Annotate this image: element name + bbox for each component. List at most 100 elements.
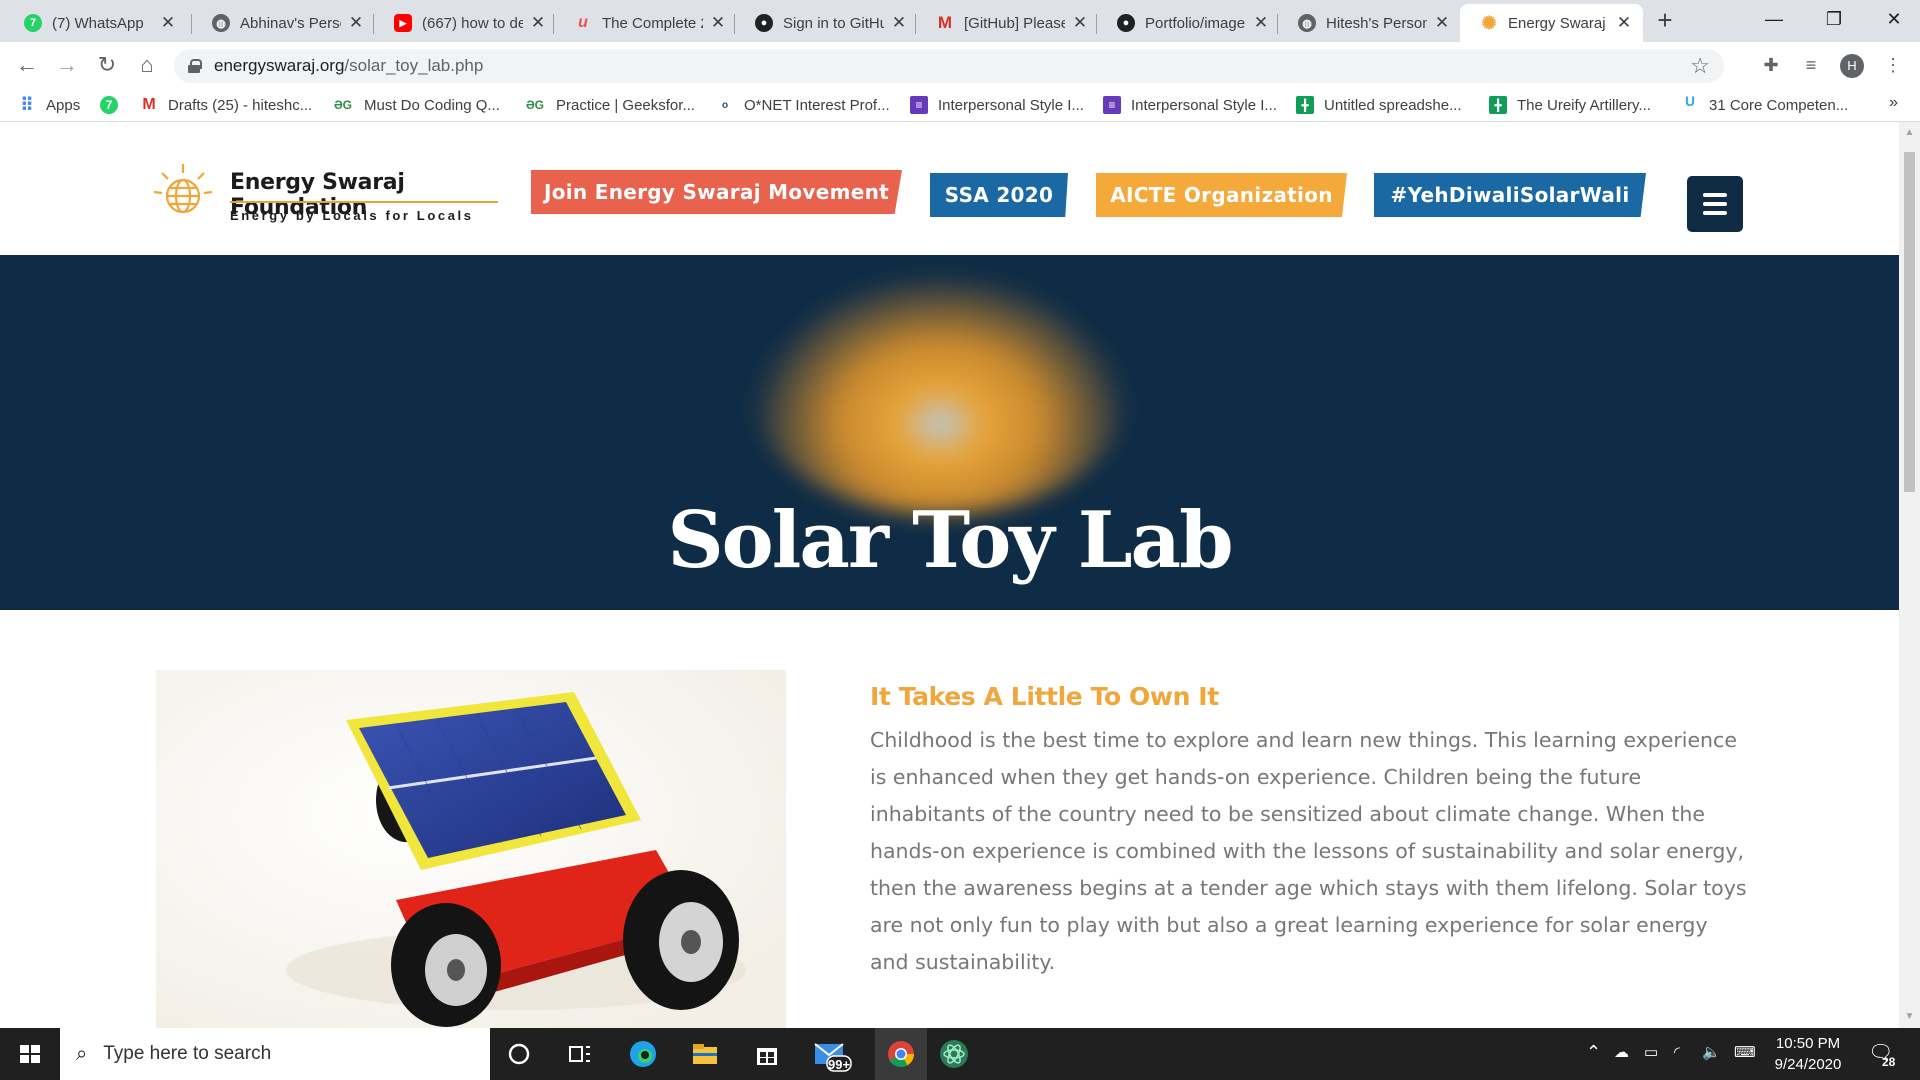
ssa-2020-button[interactable]: SSA 2020 (930, 173, 1068, 217)
whatsapp-icon: 7 (24, 14, 42, 32)
browser-tab[interactable]: ◍ Abhinav's Persona ✕ (192, 4, 375, 42)
bookmark-label: The Ureify Artillery... (1517, 96, 1651, 114)
close-icon[interactable]: ✕ (1071, 13, 1089, 33)
close-icon[interactable]: ✕ (1433, 13, 1451, 33)
extensions-icon[interactable]: ✚ (1756, 50, 1786, 80)
yeh-diwali-solar-wali-button[interactable]: #YehDiwaliSolarWali (1374, 173, 1646, 217)
bookmark-apps[interactable]: ⠿ Apps (18, 94, 80, 116)
bookmark-star-icon[interactable]: ☆ (1690, 53, 1710, 79)
browser-tab-strip: 7 (7) WhatsApp ✕ ◍ Abhinav's Persona ✕ ▶… (0, 0, 1920, 42)
home-icon[interactable]: ⌂ (132, 50, 162, 80)
page-scrollbar[interactable]: ▲ ▼ (1899, 122, 1920, 1028)
menu-kebab-icon[interactable]: ⋮ (1878, 50, 1908, 80)
browser-tab[interactable]: u The Complete 2 ✕ (554, 4, 737, 42)
menu-hamburger-button[interactable] (1687, 176, 1743, 232)
browser-tab[interactable]: 7 (7) WhatsApp ✕ (4, 4, 187, 42)
profile-avatar[interactable]: H (1840, 54, 1864, 78)
geeksforgeeks-icon: ƏG (525, 98, 545, 112)
bookmark-item[interactable]: ≡ Interpersonal Style I... (1103, 94, 1277, 116)
keyboard-icon[interactable]: ⌨ (1734, 1043, 1756, 1061)
glowing-sun-graphic (752, 275, 1128, 515)
bookmark-whatsapp[interactable]: 7 (100, 94, 128, 116)
scroll-up-arrow-icon[interactable]: ▲ (1904, 128, 1915, 138)
close-window-button[interactable]: ✕ (1864, 0, 1920, 40)
bookmark-item[interactable]: ╋ Untitled spreadshe... (1296, 94, 1462, 116)
page-title: Solar Toy Lab (667, 495, 1233, 586)
tab-title: (7) WhatsApp (52, 14, 144, 32)
bookmark-item[interactable]: ƏG Practice | Geeksfor... (524, 94, 695, 116)
volume-icon[interactable]: 🔈 (1702, 1043, 1721, 1061)
globe-icon: ◍ (212, 14, 230, 32)
address-bar[interactable]: energyswaraj.org/solar_toy_lab.php ☆ (174, 49, 1724, 83)
sun-globe-logo-icon (153, 164, 213, 214)
media-queue-icon[interactable]: ≡ (1796, 50, 1826, 80)
bookmarks-bar: ⠿ Apps 7 M Drafts (25) - hiteshc... ƏG M… (0, 88, 1920, 122)
reload-icon[interactable]: ↻ (92, 50, 122, 80)
close-icon[interactable]: ✕ (890, 13, 908, 33)
bookmark-item[interactable]: M Drafts (25) - hiteshc... (140, 94, 312, 116)
onedrive-cloud-icon[interactable]: ☁ (1614, 1043, 1629, 1061)
browser-tab-active[interactable]: ✺ Energy Swaraj ✕ (1460, 4, 1643, 42)
battery-icon[interactable]: ▭ (1644, 1043, 1658, 1061)
bookmark-label: Interpersonal Style I... (1131, 96, 1277, 114)
close-icon[interactable]: ✕ (529, 13, 547, 33)
sheets-icon: ╋ (1489, 96, 1507, 114)
udemy-icon: u (578, 14, 588, 31)
bookmark-label: Interpersonal Style I... (938, 96, 1084, 114)
bookmark-item[interactable]: ᵁ 31 Core Competen... (1681, 94, 1849, 116)
bookmark-item[interactable]: o O*NET Interest Prof... (716, 94, 890, 116)
new-tab-button[interactable]: + (1650, 6, 1680, 36)
taskbar-search-box[interactable]: ⌕ Type here to search (60, 1028, 490, 1080)
search-placeholder: Type here to search (103, 1043, 272, 1064)
tab-title: [GitHub] Please (964, 14, 1065, 32)
close-icon[interactable]: ✕ (159, 13, 177, 33)
minimize-button[interactable]: — (1744, 0, 1804, 40)
scroll-down-arrow-icon[interactable]: ▼ (1904, 1012, 1915, 1022)
wifi-icon[interactable]: ◜ (1674, 1043, 1680, 1061)
edge-browser-icon[interactable] (627, 1038, 659, 1070)
browser-toolbar: ← → ↻ ⌂ energyswaraj.org/solar_toy_lab.p… (0, 42, 1920, 88)
microsoft-store-icon[interactable] (751, 1038, 783, 1070)
bookmark-label: Apps (46, 96, 81, 114)
aicte-organization-button[interactable]: AICTE Organization (1096, 173, 1347, 217)
system-clock[interactable]: 10:50 PM 9/24/2020 (1762, 1033, 1854, 1075)
more-bookmarks-icon[interactable]: » (1889, 94, 1898, 112)
lock-icon (188, 59, 202, 73)
site-logo[interactable]: Energy Swaraj Foundation Energy by Local… (152, 162, 502, 226)
logo-tagline: Energy by Locals for Locals (230, 208, 474, 223)
windows-start-button[interactable] (0, 1028, 60, 1080)
chrome-taskbar-button[interactable] (875, 1028, 927, 1080)
hero-banner: Solar Toy Lab (0, 255, 1899, 610)
restore-button[interactable]: ❐ (1804, 0, 1864, 40)
tab-title: Portfolio/image (1145, 14, 1246, 32)
task-view-icon[interactable] (564, 1038, 596, 1070)
browser-tab[interactable]: M [GitHub] Please ✕ (916, 4, 1099, 42)
close-icon[interactable]: ✕ (1252, 13, 1270, 33)
gmail-icon: M (142, 96, 156, 113)
file-explorer-icon[interactable] (689, 1038, 721, 1070)
solar-toy-car-image (156, 670, 786, 1030)
chevron-up-icon[interactable]: ⌃ (1586, 1042, 1601, 1063)
browser-tab[interactable]: ● Sign in to GitHub ✕ (735, 4, 918, 42)
bookmark-item[interactable]: ╋ The Ureify Artillery... (1489, 94, 1651, 116)
bookmark-item[interactable]: ƏG Must Do Coding Q... (332, 94, 500, 116)
solar-toy-car-photo (156, 670, 786, 1030)
apps-grid-icon: ⠿ (20, 94, 34, 115)
browser-tab[interactable]: ▶ (667) how to de ✕ (374, 4, 557, 42)
forward-arrow-icon[interactable]: → (52, 50, 82, 80)
bookmark-label: Must Do Coding Q... (364, 96, 500, 114)
atom-editor-icon[interactable] (938, 1038, 970, 1070)
back-arrow-icon[interactable]: ← (12, 50, 42, 80)
scrollbar-thumb[interactable] (1904, 152, 1915, 492)
join-movement-button[interactable]: Join Energy Swaraj Movement (531, 170, 902, 214)
cortana-icon[interactable] (503, 1038, 535, 1070)
bookmark-item[interactable]: ≡ Interpersonal Style I... (910, 94, 1084, 116)
close-icon[interactable]: ✕ (1615, 13, 1633, 33)
close-icon[interactable]: ✕ (347, 13, 365, 33)
browser-tab[interactable]: ◍ Hitesh's Person ✕ (1278, 4, 1461, 42)
tab-title: Energy Swaraj (1508, 14, 1606, 32)
browser-tab[interactable]: ● Portfolio/image ✕ (1097, 4, 1280, 42)
close-icon[interactable]: ✕ (709, 13, 727, 33)
forms-icon: ≡ (1103, 96, 1121, 114)
clock-time: 10:50 PM (1775, 1035, 1841, 1052)
